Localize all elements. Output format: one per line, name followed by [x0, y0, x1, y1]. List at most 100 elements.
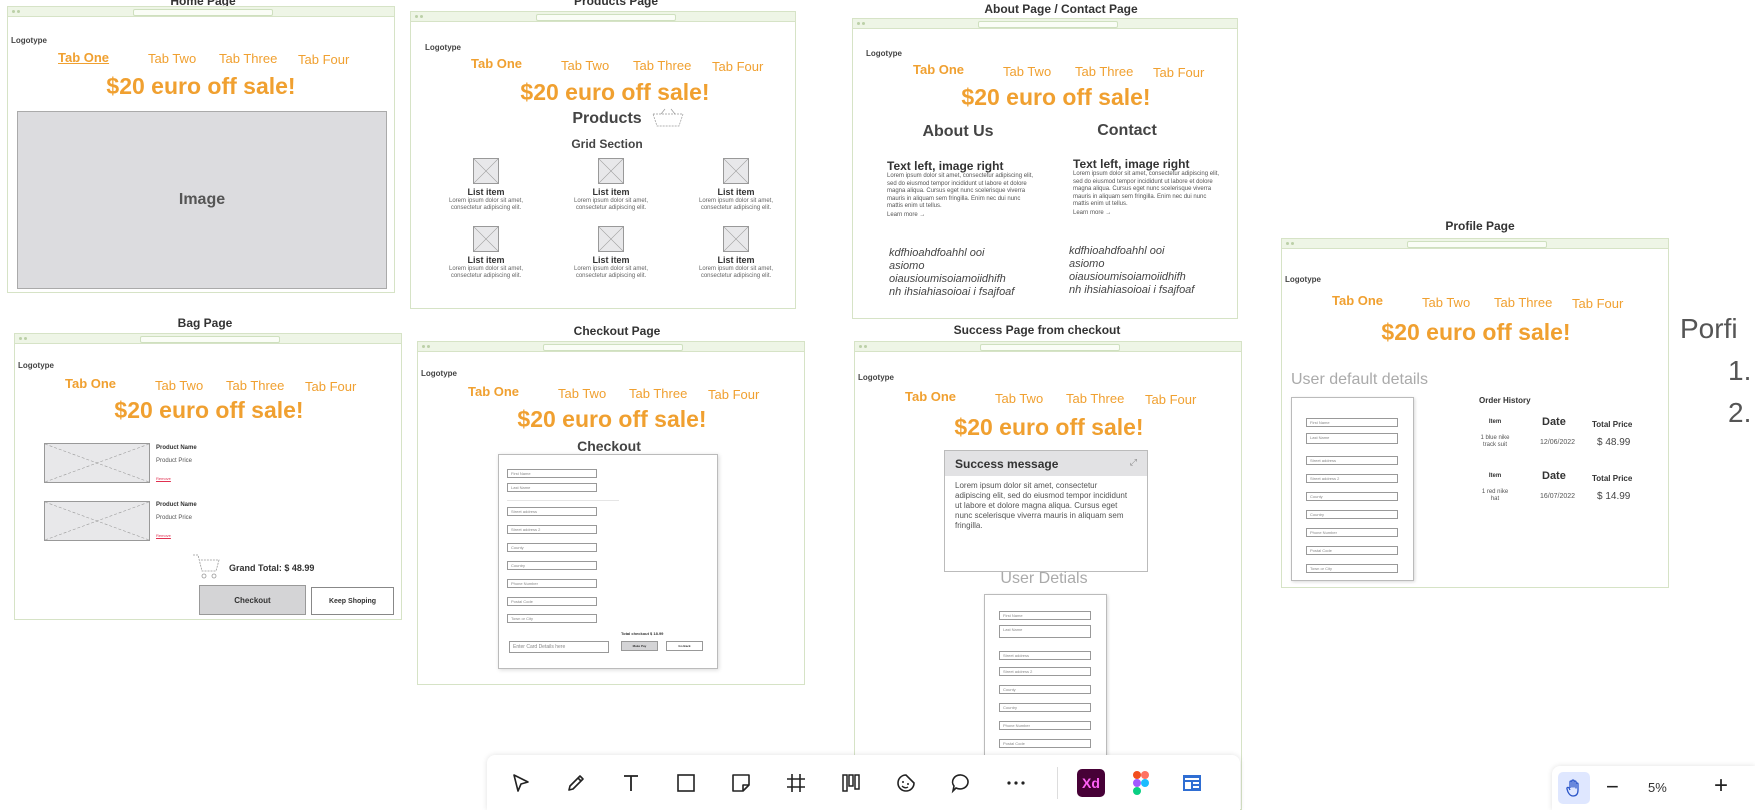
wireframe-app-icon[interactable]	[1180, 771, 1204, 795]
profile-field[interactable]: First Name	[1306, 418, 1398, 427]
columns-tool-icon[interactable]	[839, 771, 863, 795]
zoom-out-button[interactable]: −	[1606, 774, 1619, 800]
tab-four[interactable]: Tab Four	[712, 59, 763, 74]
frame-tool-icon[interactable]	[784, 771, 808, 795]
tab-one[interactable]: Tab One	[905, 389, 956, 404]
card-details-input[interactable]: Enter Card Details here	[509, 641, 609, 653]
user-detail-field[interactable]: Last Name	[999, 625, 1091, 638]
tab-one[interactable]: Tab One	[913, 62, 964, 77]
pen-tool-icon[interactable]	[564, 771, 588, 795]
profile-field[interactable]: Phone Number	[1306, 528, 1398, 537]
tab-three[interactable]: Tab Three	[1075, 64, 1133, 79]
tab-three[interactable]: Tab Three	[629, 386, 687, 401]
profile-field[interactable]: Country	[1306, 510, 1398, 519]
user-detail-field[interactable]: County	[999, 685, 1091, 694]
tab-four[interactable]: Tab Four	[1572, 296, 1623, 311]
user-detail-field[interactable]: Street address 2	[999, 667, 1091, 676]
tab-one[interactable]: Tab One	[1332, 293, 1383, 308]
about-frame[interactable]: Logotype Tab One Tab Two Tab Three Tab F…	[852, 18, 1238, 319]
checkout-frame[interactable]: Logotype Tab One Tab Two Tab Three Tab F…	[417, 341, 805, 685]
tab-two[interactable]: Tab Two	[558, 386, 606, 401]
text-tool-icon[interactable]	[619, 771, 643, 795]
checkout-field[interactable]: Street address	[507, 507, 597, 516]
remove-link[interactable]: Remove	[156, 533, 171, 538]
checkout-button[interactable]: Checkout	[199, 585, 306, 615]
tab-three[interactable]: Tab Three	[1494, 295, 1552, 310]
select-tool-icon[interactable]	[509, 771, 533, 795]
tab-three[interactable]: Tab Three	[633, 58, 691, 73]
profile-field[interactable]: Town or City	[1306, 564, 1398, 573]
sticker-tool-icon[interactable]	[894, 771, 918, 795]
checkout-field[interactable]: County	[507, 543, 597, 552]
go-back-button[interactable]: Go Back	[666, 641, 703, 651]
checkout-field[interactable]: Country	[507, 561, 597, 570]
bag-board-title[interactable]: Bag Page	[178, 316, 233, 330]
tab-two[interactable]: Tab Two	[1422, 295, 1470, 310]
remove-link[interactable]: Remove	[156, 476, 171, 481]
about-board-title[interactable]: About Page / Contact Page	[984, 2, 1137, 16]
make-pay-button[interactable]: Make Pay	[621, 641, 658, 651]
tab-four[interactable]: Tab Four	[298, 52, 349, 67]
user-detail-field[interactable]: Phone Number	[999, 721, 1091, 730]
checkout-field[interactable]: First Name	[507, 469, 597, 478]
tab-four[interactable]: Tab Four	[708, 387, 759, 402]
success-frame[interactable]: Logotype Tab One Tab Two Tab Three Tab F…	[854, 341, 1242, 810]
more-tools-icon[interactable]	[1004, 771, 1028, 795]
bag-frame[interactable]: Logotype Tab One Tab Two Tab Three Tab F…	[14, 333, 402, 620]
profile-field[interactable]: County	[1306, 492, 1398, 501]
tab-four[interactable]: Tab Four	[305, 379, 356, 394]
profile-frame[interactable]: Logotype Tab One Tab Two Tab Three Tab F…	[1281, 238, 1669, 588]
tab-two[interactable]: Tab Two	[561, 58, 609, 73]
checkout-field[interactable]: Last Name	[507, 483, 597, 492]
tab-three[interactable]: Tab Three	[1066, 391, 1124, 406]
cart-sketch-icon	[193, 554, 220, 579]
checkout-field[interactable]: Town or City	[507, 614, 597, 623]
tab-one[interactable]: Tab One	[471, 56, 522, 71]
user-detail-field[interactable]: Country	[999, 703, 1091, 712]
tab-three[interactable]: Tab Three	[219, 51, 277, 66]
tab-four[interactable]: Tab Four	[1145, 392, 1196, 407]
products-board-title[interactable]: Products Page	[574, 0, 658, 8]
adobe-xd-icon[interactable]: Xd	[1077, 769, 1105, 797]
tab-two[interactable]: Tab Two	[155, 378, 203, 393]
user-detail-field[interactable]: First Name	[999, 611, 1091, 620]
checkout-field[interactable]: Street address 2	[507, 525, 597, 534]
user-detail-field[interactable]: Street address	[999, 651, 1091, 660]
profile-field[interactable]: Street address 2	[1306, 474, 1398, 483]
user-detail-field[interactable]: Postal Code	[999, 739, 1091, 748]
home-frame[interactable]: Logotype Tab One Tab Two Tab Three Tab F…	[7, 6, 395, 293]
side-note-line-1[interactable]: 1.	[1728, 355, 1751, 387]
checkout-field[interactable]: Postal Code	[507, 597, 597, 606]
side-note-title[interactable]: Porfi	[1680, 313, 1738, 345]
learn-more-link[interactable]: Learn more →	[1073, 210, 1223, 216]
tab-one[interactable]: Tab One	[65, 376, 116, 391]
profile-field[interactable]: Last Name	[1306, 433, 1398, 444]
tab-four[interactable]: Tab Four	[1153, 65, 1204, 80]
checkout-field[interactable]: Phone Number	[507, 579, 597, 588]
tab-two[interactable]: Tab Two	[995, 391, 1043, 406]
tab-one[interactable]: Tab One	[58, 50, 109, 65]
tab-two[interactable]: Tab Two	[1003, 64, 1051, 79]
products-frame[interactable]: Logotype Tab One Tab Two Tab Three Tab F…	[410, 11, 796, 309]
tab-one[interactable]: Tab One	[468, 384, 519, 399]
tab-two[interactable]: Tab Two	[148, 51, 196, 66]
figma-icon[interactable]	[1129, 771, 1153, 795]
learn-more-link[interactable]: Learn more →	[887, 212, 1037, 218]
zoom-level[interactable]: 5%	[1648, 780, 1667, 795]
zoom-in-button[interactable]: +	[1714, 772, 1728, 800]
profile-field[interactable]: Street address	[1306, 456, 1398, 465]
side-note-line-2[interactable]: 2.	[1728, 397, 1751, 429]
checkout-board-title[interactable]: Checkout Page	[574, 324, 661, 338]
profile-field[interactable]: Postal Code	[1306, 546, 1398, 555]
hand-tool-icon[interactable]	[1558, 772, 1590, 804]
expand-icon[interactable]: ⤢	[1130, 457, 1137, 468]
keep-shopping-button[interactable]: Keep Shoping	[311, 587, 394, 615]
order-total-label: Total Price	[1592, 420, 1633, 429]
list-item-description: Lorem ipsum dolor sit amet, consectetur …	[448, 266, 524, 279]
rectangle-tool-icon[interactable]	[674, 771, 698, 795]
success-board-title[interactable]: Success Page from checkout	[954, 323, 1121, 337]
profile-board-title[interactable]: Profile Page	[1445, 219, 1514, 233]
sticky-note-tool-icon[interactable]	[729, 771, 753, 795]
tab-three[interactable]: Tab Three	[226, 378, 284, 393]
comment-tool-icon[interactable]	[949, 771, 973, 795]
